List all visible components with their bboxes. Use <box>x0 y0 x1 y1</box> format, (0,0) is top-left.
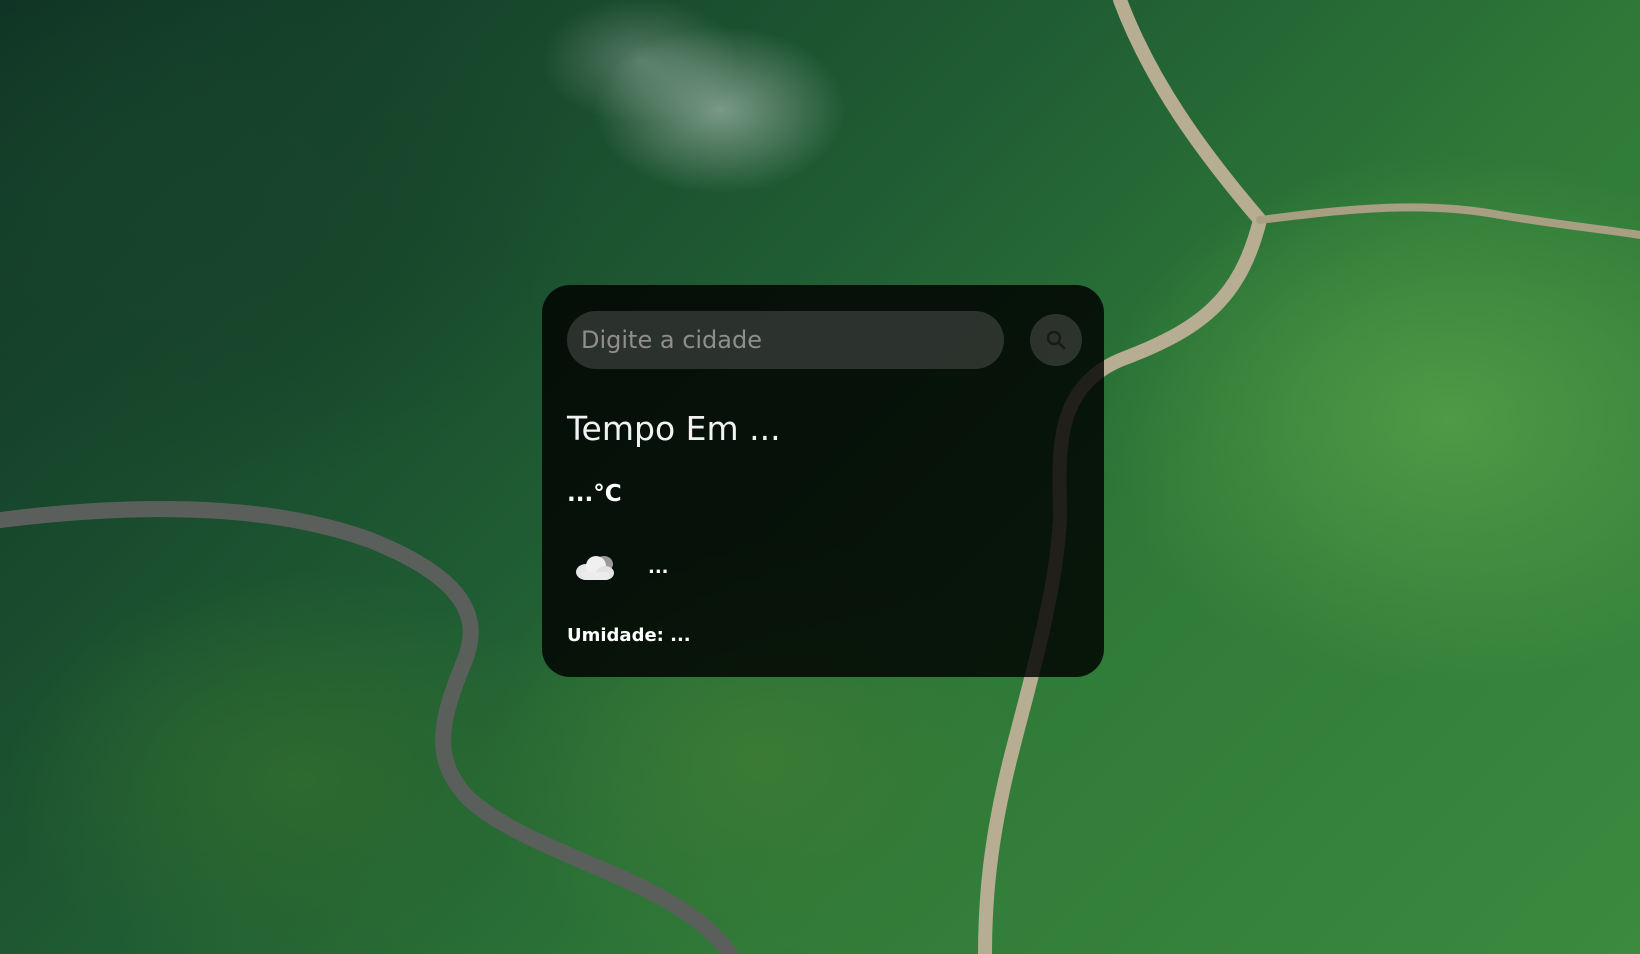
weather-description: ... <box>648 556 669 578</box>
temperature-value: ...°C <box>567 481 622 507</box>
search-icon <box>1046 330 1066 350</box>
humidity-value: Umidade: ... <box>567 625 691 646</box>
condition-row: ... <box>572 547 669 587</box>
weather-card: Tempo Em ... ...°C ... Umidade: ... <box>542 285 1104 677</box>
city-search-input[interactable] <box>567 311 1004 369</box>
search-button[interactable] <box>1030 314 1082 366</box>
cloud-icon <box>576 556 614 580</box>
weather-title: Tempo Em ... <box>567 409 781 448</box>
search-row <box>567 311 1087 371</box>
